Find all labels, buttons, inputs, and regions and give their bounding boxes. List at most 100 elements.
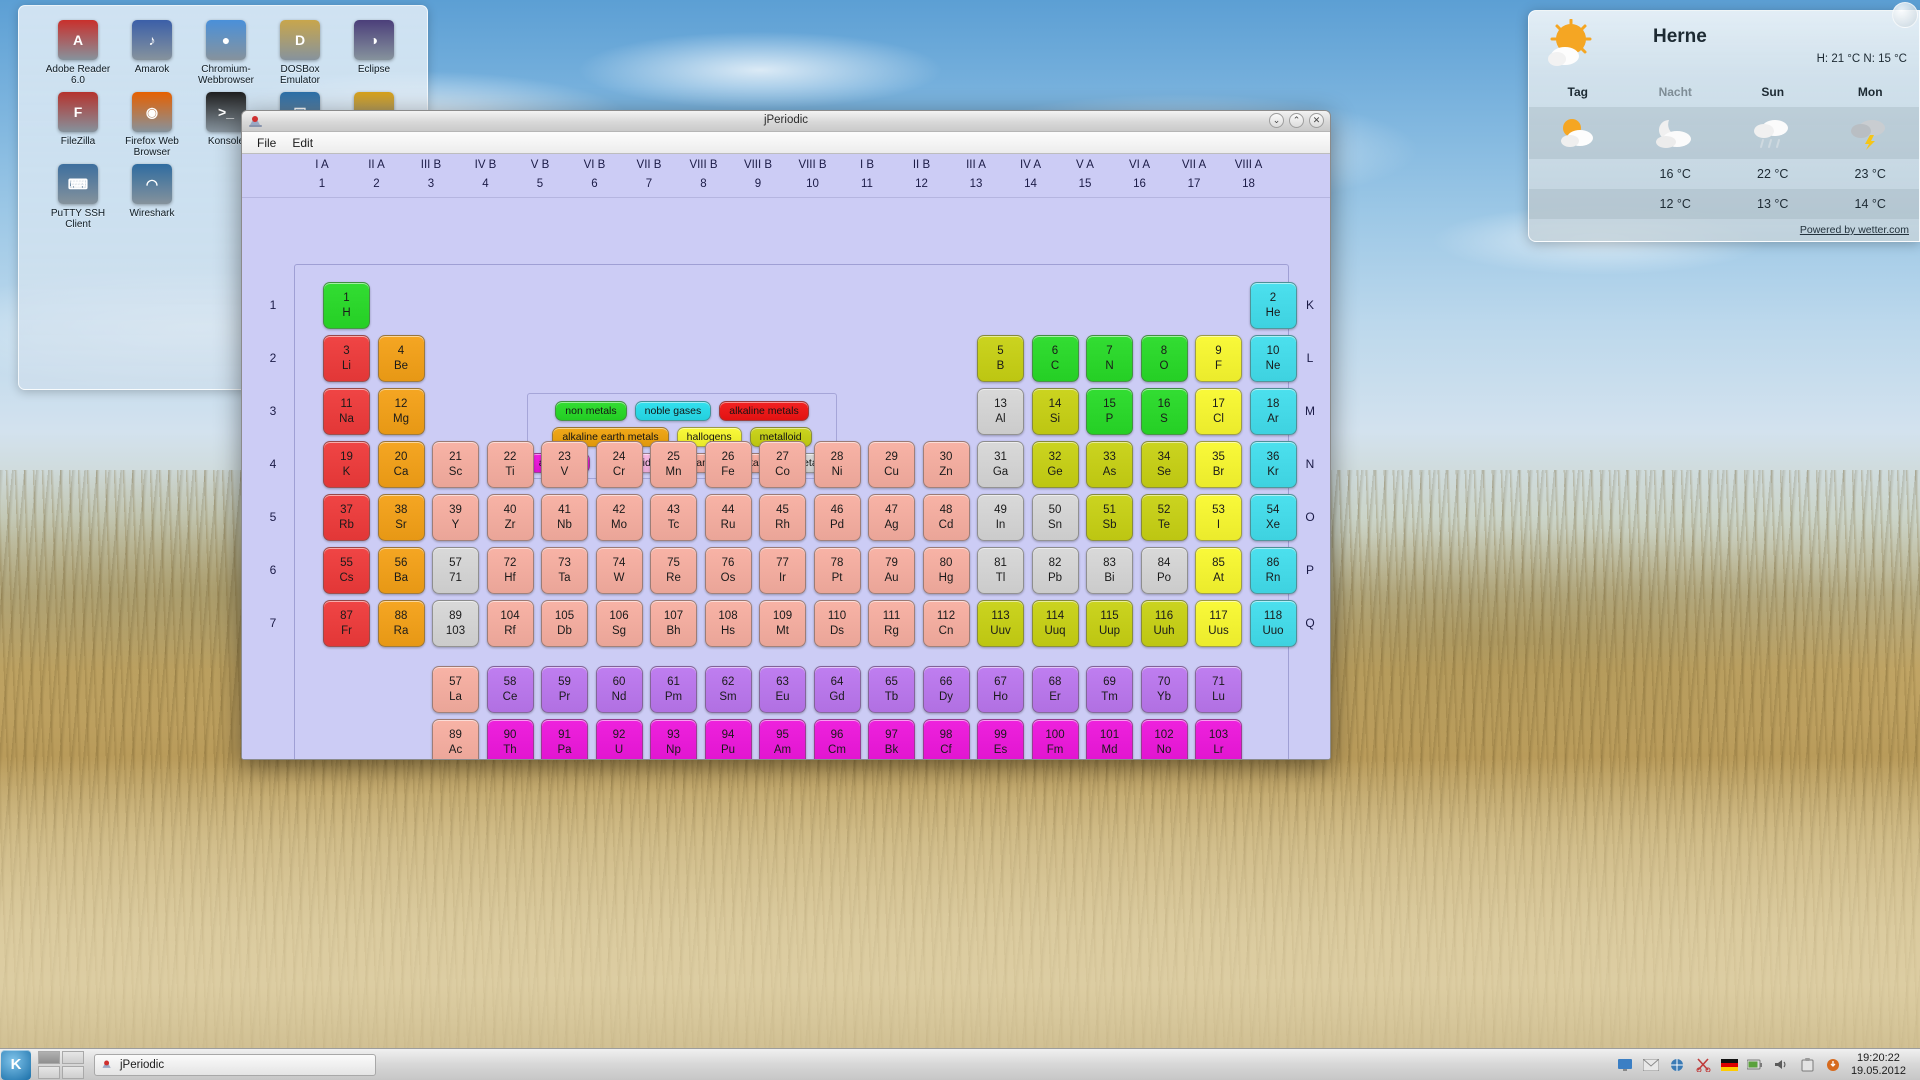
mail-icon[interactable] (1643, 1056, 1660, 1073)
lanthanide-cell[interactable]: 68 Er (1031, 666, 1079, 713)
element-cell[interactable]: 32 Ge (1031, 441, 1079, 488)
element-cell[interactable]: 86 Rn (1249, 547, 1297, 594)
desktop-icon-dosbox[interactable]: D DOSBox Emulator (263, 20, 337, 86)
element-cell[interactable]: 106 Sg (595, 600, 643, 647)
element-cell[interactable]: 35 Br (1195, 441, 1242, 488)
element-cell[interactable]: 30 Zn (922, 441, 970, 488)
element-cell[interactable]: 21 Sc (432, 441, 479, 488)
element-cell[interactable]: 85 At (1195, 547, 1242, 594)
element-cell[interactable]: 118 Uuo (1249, 600, 1297, 647)
actinide-cell[interactable]: 93 Np (650, 719, 697, 759)
element-cell[interactable]: 1H (323, 282, 370, 329)
element-cell[interactable]: 116 Uuh (1140, 600, 1188, 647)
desktop-icon-eclipse[interactable]: ◑ Eclipse (337, 20, 411, 86)
element-cell[interactable]: 79 Au (868, 547, 915, 594)
element-cell[interactable]: 36 Kr (1249, 441, 1297, 488)
scissors-icon[interactable] (1695, 1056, 1712, 1073)
element-cell[interactable]: 87 Fr (323, 600, 370, 647)
element-cell[interactable]: 81 Tl (977, 547, 1024, 594)
minimize-button[interactable]: ⌄ (1269, 113, 1284, 128)
element-cell[interactable]: 89 103 (432, 600, 479, 647)
actinide-cell[interactable]: 103 Lr (1195, 719, 1242, 759)
element-cell[interactable]: 12 Mg (377, 388, 425, 435)
element-cell[interactable]: 31 Ga (977, 441, 1024, 488)
lanthanide-cell[interactable]: 66 Dy (922, 666, 970, 713)
element-cell[interactable]: 33 As (1086, 441, 1133, 488)
actinide-cell[interactable]: 91 Pa (541, 719, 588, 759)
lanthanide-cell[interactable]: 62 Sm (704, 666, 752, 713)
legend-chip[interactable]: non metals (555, 401, 627, 421)
lanthanide-cell[interactable]: 71 Lu (1195, 666, 1242, 713)
actinide-cell[interactable]: 95 Am (759, 719, 806, 759)
element-cell[interactable]: 18 Ar (1249, 388, 1297, 435)
weather-credit-link[interactable]: Powered by wetter.com (1529, 219, 1919, 236)
legend-chip[interactable]: alkaline metals (719, 401, 809, 421)
element-cell[interactable]: 37 Rb (323, 494, 370, 541)
kde-menu-button[interactable]: K (1, 1049, 31, 1080)
element-cell[interactable]: 53 I (1195, 494, 1242, 541)
element-cell[interactable]: 27 Co (759, 441, 806, 488)
element-cell[interactable]: 40 Zr (486, 494, 534, 541)
element-cell[interactable]: 57 71 (432, 547, 479, 594)
task-button-jperiodic[interactable]: jPeriodic (94, 1053, 376, 1076)
element-cell[interactable]: 38 Sr (377, 494, 425, 541)
network-icon[interactable] (1669, 1056, 1686, 1073)
element-cell[interactable]: 84 Po (1140, 547, 1188, 594)
element-cell[interactable]: 117 Uus (1195, 600, 1242, 647)
element-cell[interactable]: 110 Ds (813, 600, 861, 647)
lanthanide-cell[interactable]: 60 Nd (595, 666, 643, 713)
element-cell[interactable]: 112 Cn (922, 600, 970, 647)
element-cell[interactable]: 3 Li (323, 335, 370, 382)
lanthanide-cell[interactable]: 59 Pr (541, 666, 588, 713)
element-cell[interactable]: 5B (977, 335, 1024, 382)
element-cell[interactable]: 2 He (1249, 282, 1297, 329)
desktop-toolbox-icon[interactable] (1892, 2, 1918, 28)
flag-de-icon[interactable] (1720, 1056, 1738, 1073)
element-cell[interactable]: 9F (1195, 335, 1242, 382)
desktop-icon-adobe-reader[interactable]: A Adobe Reader 6.0 (41, 20, 115, 86)
window-titlebar[interactable]: jPeriodic ⌄ ⌃ ✕ (242, 111, 1330, 132)
lanthanide-cell[interactable]: 57 La (432, 666, 479, 713)
actinide-cell[interactable]: 97 Bk (868, 719, 915, 759)
element-cell[interactable]: 34 Se (1140, 441, 1188, 488)
element-cell[interactable]: 107 Bh (650, 600, 697, 647)
element-cell[interactable]: 109 Mt (759, 600, 806, 647)
element-cell[interactable]: 25 Mn (650, 441, 697, 488)
lanthanide-cell[interactable]: 65 Tb (868, 666, 915, 713)
element-cell[interactable]: 52 Te (1140, 494, 1188, 541)
legend-chip[interactable]: noble gases (634, 401, 712, 421)
element-cell[interactable]: 28 Ni (813, 441, 861, 488)
updates-icon[interactable] (1825, 1056, 1842, 1073)
element-cell[interactable]: 8O (1140, 335, 1188, 382)
element-cell[interactable]: 16 S (1140, 388, 1188, 435)
desktop-icon-amarok[interactable]: ♪ Amarok (115, 20, 189, 86)
maximize-button[interactable]: ⌃ (1289, 113, 1304, 128)
element-cell[interactable]: 76 Os (704, 547, 752, 594)
element-cell[interactable]: 74 W (595, 547, 643, 594)
element-cell[interactable]: 47 Ag (868, 494, 915, 541)
element-cell[interactable]: 56 Ba (377, 547, 425, 594)
actinide-cell[interactable]: 102 No (1140, 719, 1188, 759)
element-cell[interactable]: 50 Sn (1031, 494, 1079, 541)
element-cell[interactable]: 24 Cr (595, 441, 643, 488)
lanthanide-cell[interactable]: 63 Eu (759, 666, 806, 713)
clock[interactable]: 19:20:22 19.05.2012 (1851, 1052, 1910, 1078)
klipper-icon[interactable] (1799, 1056, 1816, 1073)
element-cell[interactable]: 44 Ru (704, 494, 752, 541)
desktop-icon-putty[interactable]: ⌨ PuTTY SSH Client (41, 164, 115, 230)
element-cell[interactable]: 78 Pt (813, 547, 861, 594)
weather-widget[interactable]: Herne H: 21 °C N: 15 °C Tag Nacht Sun Mon 1… (1528, 10, 1920, 242)
element-cell[interactable]: 26 Fe (704, 441, 752, 488)
element-cell[interactable]: 49 In (977, 494, 1024, 541)
pager-desktop-2[interactable] (62, 1050, 84, 1064)
element-cell[interactable]: 111 Rg (868, 600, 915, 647)
close-button[interactable]: ✕ (1309, 113, 1324, 128)
element-cell[interactable]: 88 Ra (377, 600, 425, 647)
element-cell[interactable]: 80 Hg (922, 547, 970, 594)
element-cell[interactable]: 6C (1031, 335, 1079, 382)
element-cell[interactable]: 51 Sb (1086, 494, 1133, 541)
pager-desktop-1[interactable] (38, 1050, 60, 1064)
actinide-cell[interactable]: 89 Ac (432, 719, 479, 759)
element-cell[interactable]: 20 Ca (377, 441, 425, 488)
element-cell[interactable]: 19 K (323, 441, 370, 488)
